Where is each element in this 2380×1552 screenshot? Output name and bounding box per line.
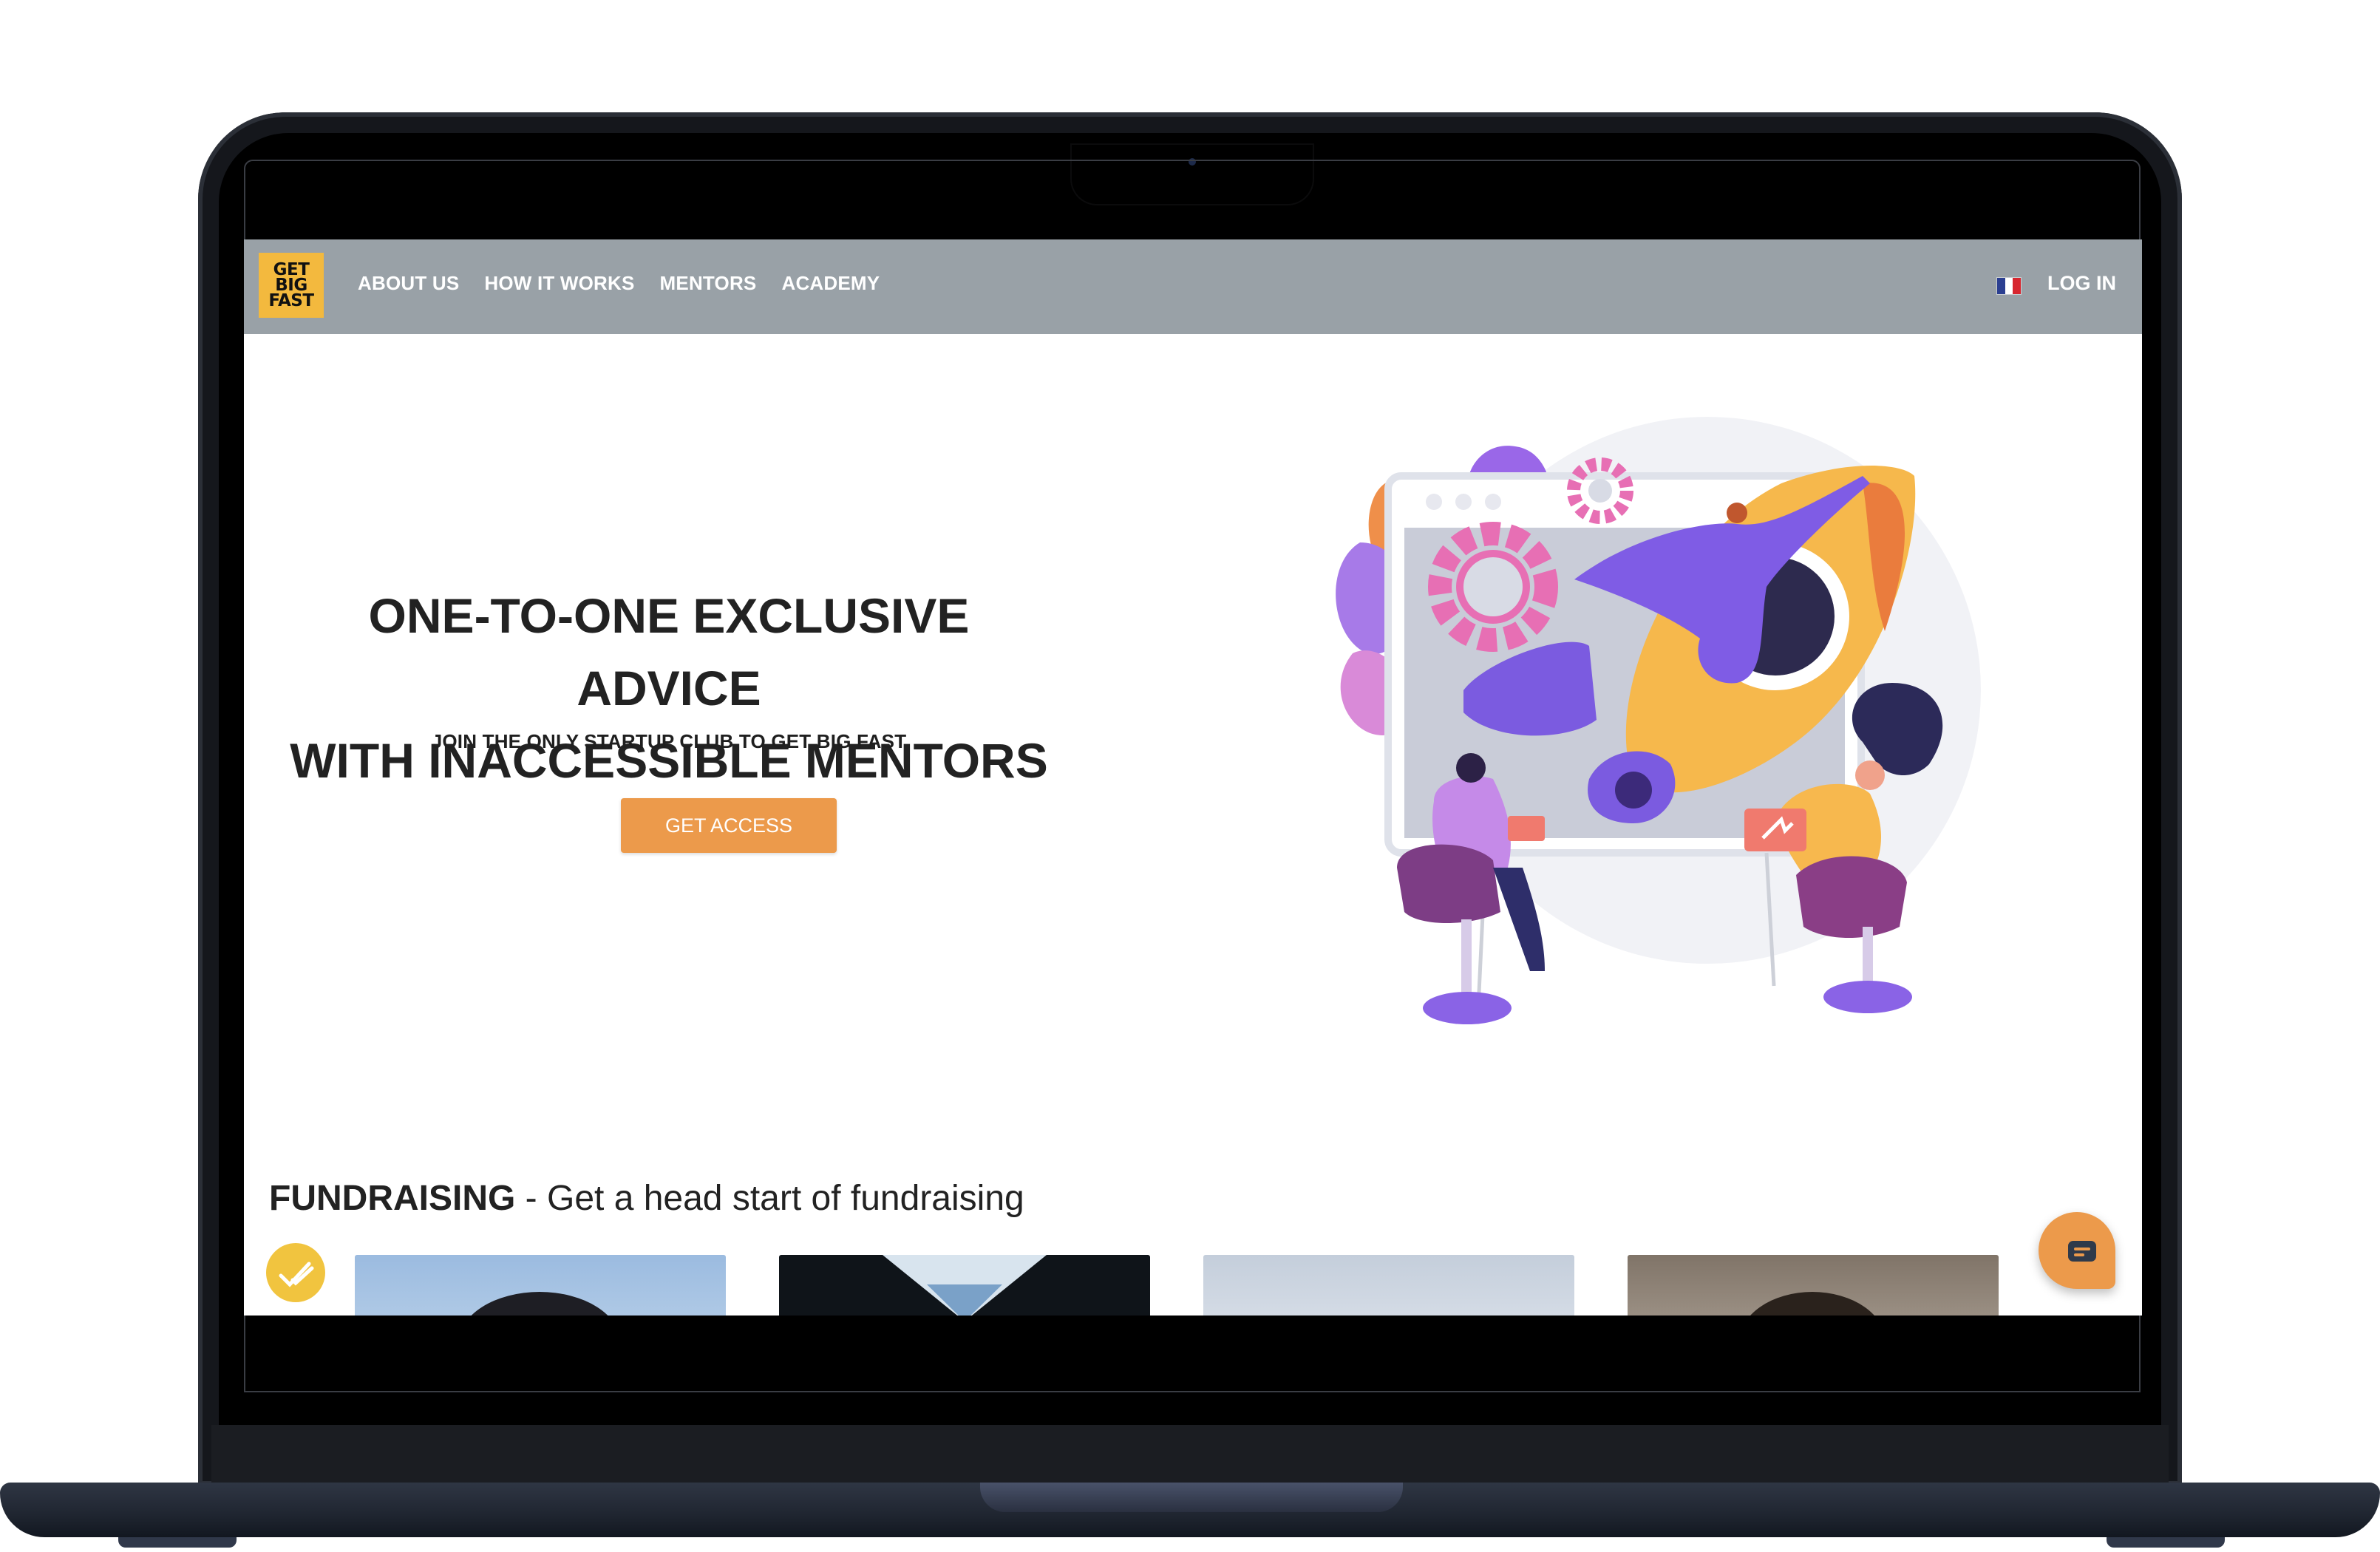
nav-about-us[interactable]: ABOUT US (358, 272, 459, 295)
lower-bezel (211, 1425, 2169, 1485)
get-access-button[interactable]: GET ACCESS (621, 798, 837, 853)
team-meeting-rocket-illustration (1336, 417, 1981, 1024)
hero-subtitle: JOIN THE ONLY STARTUP CLUB TO GET BIG FA… (431, 730, 907, 752)
nav-how-it-works[interactable]: HOW IT WORKS (484, 272, 634, 295)
hero-title: ONE-TO-ONE EXCLUSIVE ADVICE WITH INACCES… (288, 579, 1050, 797)
logo-line-3: FAST (268, 290, 314, 310)
main-nav: ABOUT US HOW IT WORKS MENTORS ACADEMY (358, 272, 880, 295)
laptop-foot-left (118, 1537, 237, 1548)
mentor-photo-3[interactable] (1203, 1255, 1574, 1316)
chat-button[interactable] (2039, 1212, 2115, 1289)
double-check-icon (266, 1243, 325, 1302)
get-big-fast-logo[interactable]: GET BIG FAST (259, 253, 324, 318)
laptop-foot-right (2107, 1537, 2225, 1548)
mentor-photo-2[interactable] (779, 1255, 1150, 1316)
mentor-photo-4[interactable] (1628, 1255, 1999, 1316)
fundraising-heading: FUNDRAISING - Get a head start of fundra… (269, 1178, 1024, 1219)
nav-academy[interactable]: ACADEMY (781, 272, 880, 295)
fundraising-heading-rest: - Get a head start of fundraising (515, 1179, 1024, 1218)
chat-bubble-icon (2068, 1241, 2096, 1262)
laptop-base-notch (980, 1483, 1403, 1512)
fundraising-heading-bold: FUNDRAISING (269, 1179, 516, 1218)
login-link[interactable]: LOG IN (2047, 272, 2116, 295)
hero-title-line-1: ONE-TO-ONE EXCLUSIVE ADVICE (368, 588, 970, 715)
nav-mentors[interactable]: MENTORS (660, 272, 757, 295)
french-flag-icon[interactable] (1997, 278, 2022, 294)
website-screen: GET BIG FAST ABOUT US HOW IT WORKS MENTO… (244, 239, 2142, 1316)
mentor-photo-1[interactable] (355, 1255, 726, 1316)
top-navbar: GET BIG FAST ABOUT US HOW IT WORKS MENTO… (244, 239, 2142, 334)
